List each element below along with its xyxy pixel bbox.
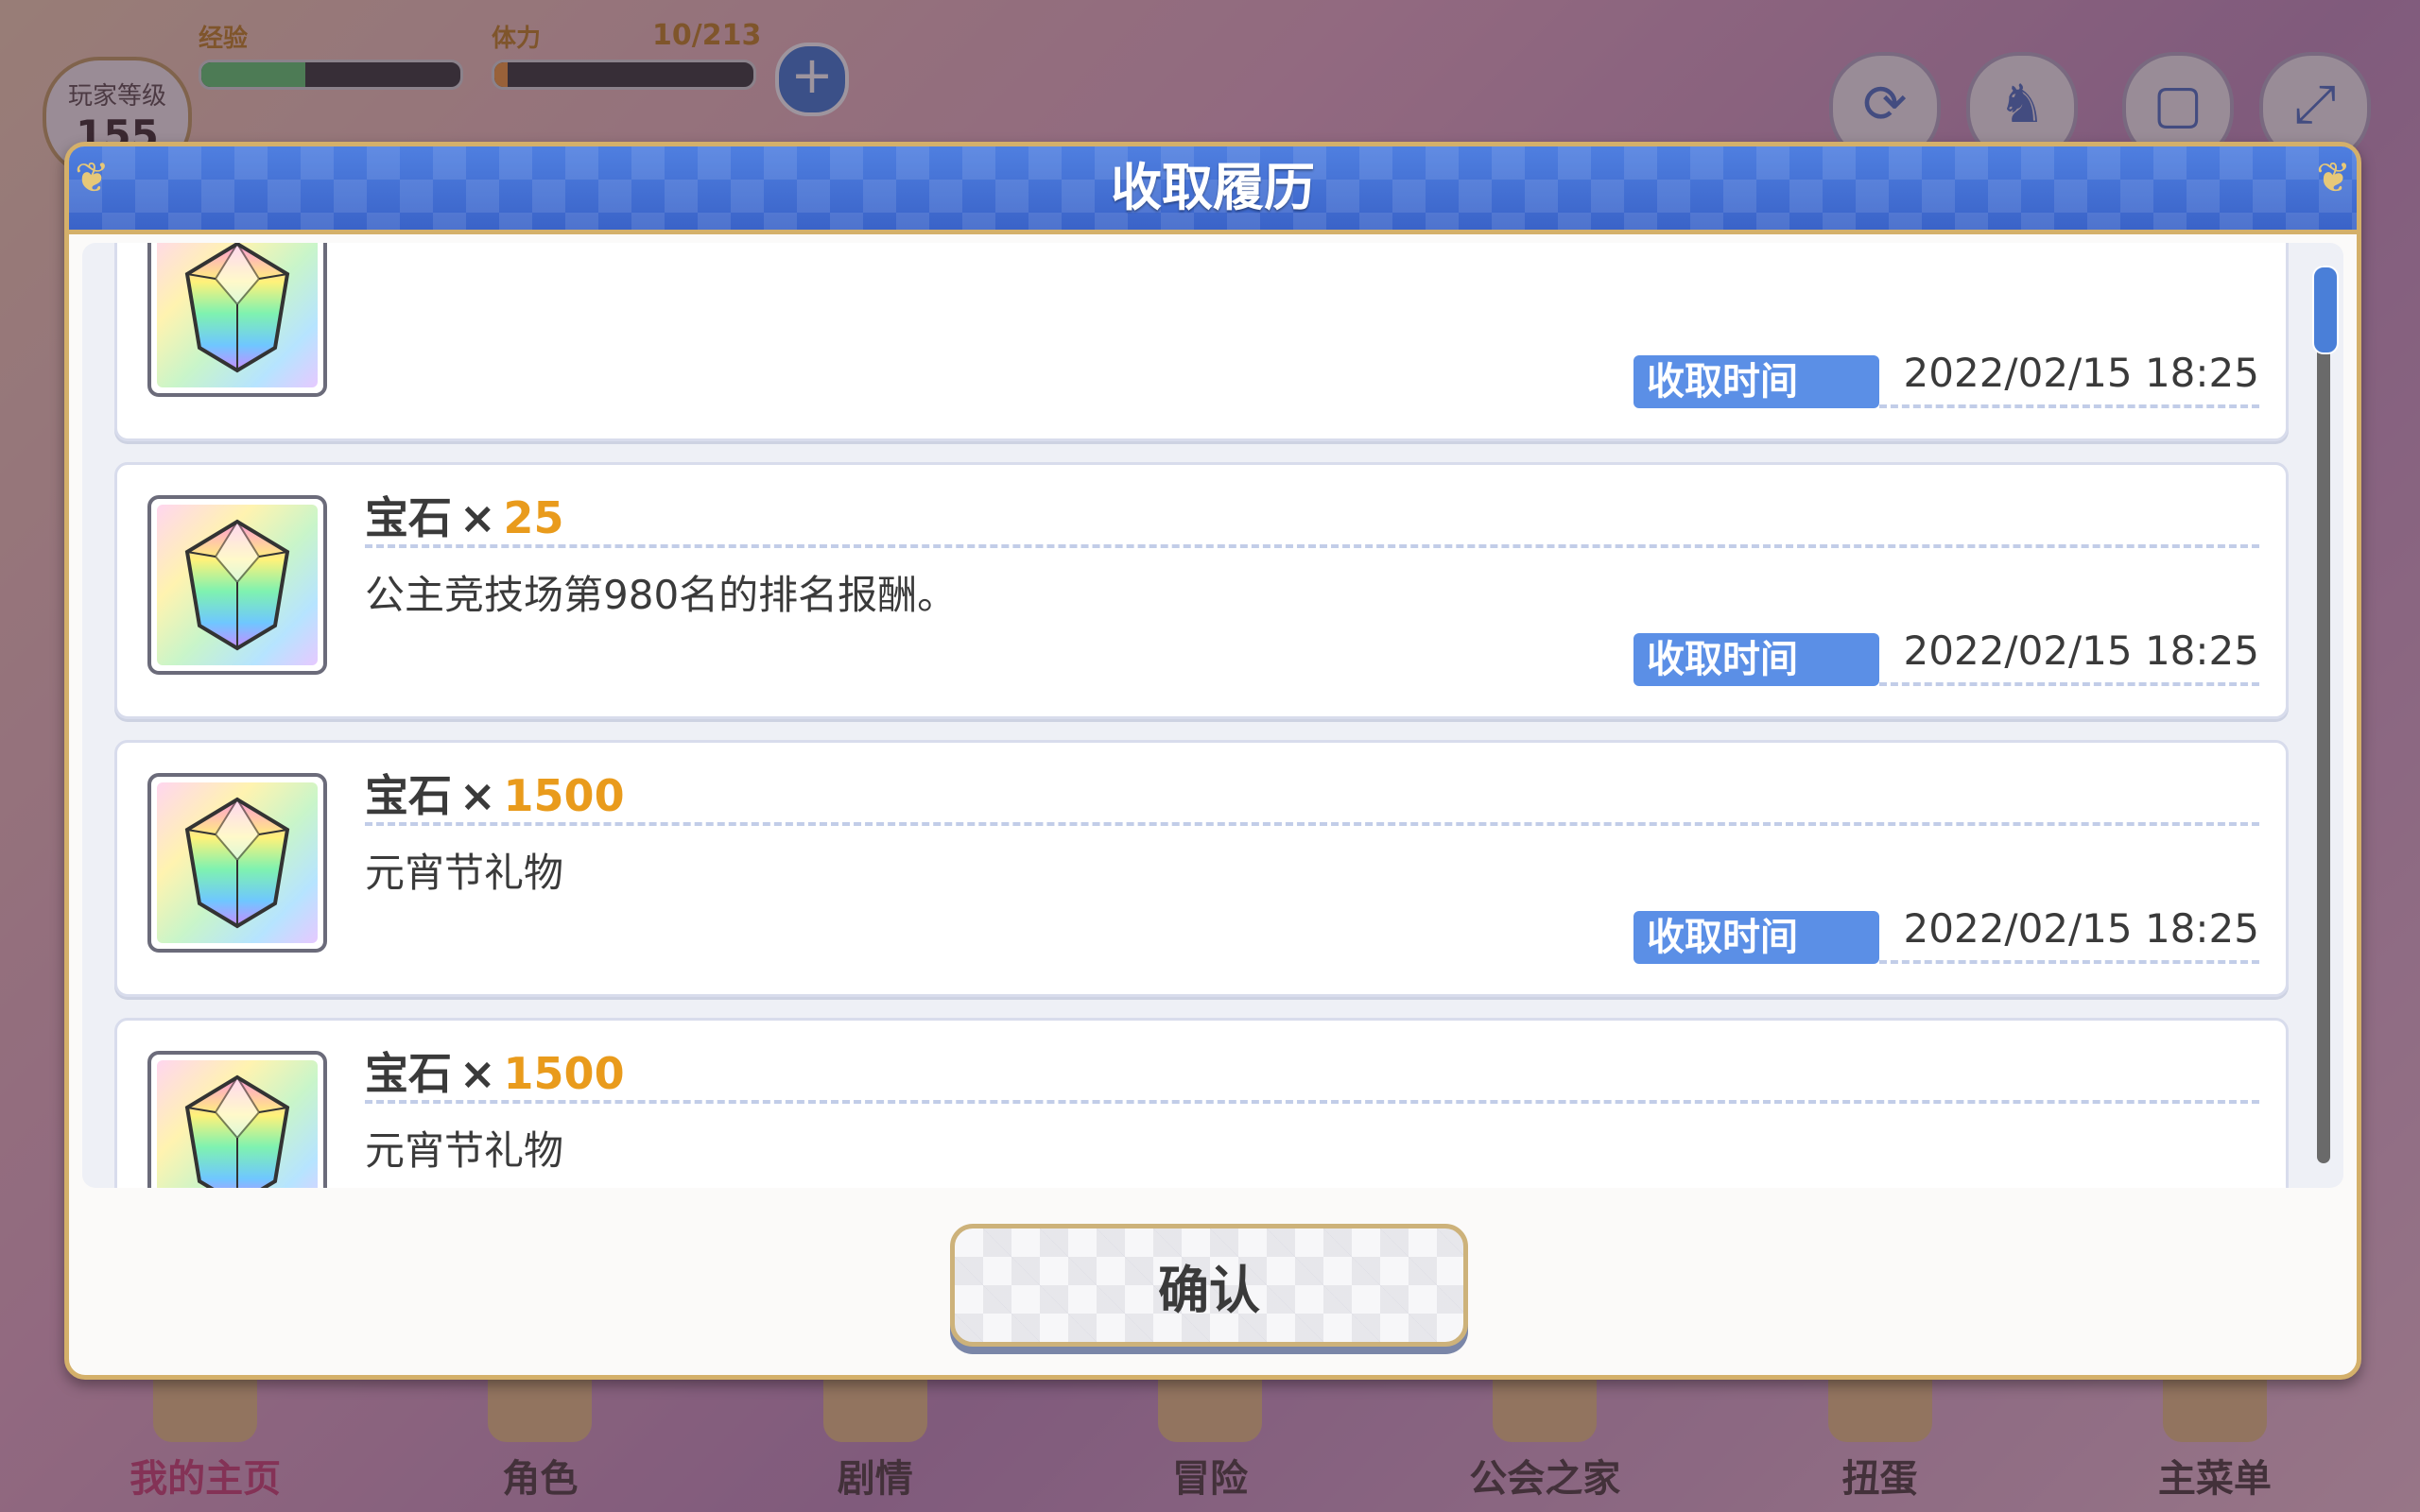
dialog-title: 收取履历 [1111, 158, 1315, 217]
item-name-label: 宝石 [365, 1048, 452, 1099]
item-description: 公主竞技场第980名的排名报酬。 [365, 572, 958, 618]
item-name-label: 宝石 [365, 770, 452, 821]
item-name [365, 243, 380, 257]
gem-icon [157, 505, 318, 665]
list-item: 宝石×1500 元宵节礼物 收取时间 2022/02/15 18:25 [114, 1018, 2289, 1188]
gem-icon [157, 782, 318, 943]
item-name: 宝石 × 1500 [365, 1040, 625, 1102]
divider [1879, 682, 2259, 686]
gem-icon [157, 1060, 318, 1188]
divider [1879, 960, 2259, 964]
item-description: 元宵节礼物 [365, 850, 564, 896]
item-name: 宝石 × 25 [365, 484, 564, 546]
gem-thumbnail [147, 243, 327, 397]
scrollbar[interactable] [2312, 266, 2339, 1163]
item-quantity: 1500 [503, 770, 625, 821]
receive-time-label: 收取时间 [1634, 355, 1879, 408]
divider [365, 1100, 2259, 1104]
scroll-thumb[interactable] [2312, 266, 2339, 354]
item-description: 元宵节礼物 [365, 1127, 564, 1174]
divider [365, 822, 2259, 826]
divider [1879, 404, 2259, 408]
list-item: 宝石×1500 元宵节礼物 收取时间 2022/02/15 18:25 [114, 740, 2289, 997]
item-quantity: 1500 [503, 1048, 625, 1099]
item-name-label: 宝石 [365, 492, 452, 543]
multiply-sign: × [459, 770, 496, 821]
gem-thumbnail [147, 1051, 327, 1188]
receive-history-dialog: ❦ ❦ 收取履历 收取时间 2022/02/15 18:25 宝石 × 25 公… [64, 142, 2361, 1380]
receive-time-value: 2022/02/15 18:25 [1904, 1183, 2259, 1188]
list-item: 宝石 × 25 公主竞技场第980名的排名报酬。 收取时间 2022/02/15 1… [114, 462, 2289, 719]
receive-time-value: 2022/02/15 18:25 [1903, 350, 2259, 396]
receive-time-value: 2022/02/15 18:25 [1903, 905, 2259, 952]
receive-time-value: 2022/02/15 18:25 [1903, 627, 2259, 674]
history-list: 收取时间 2022/02/15 18:25 宝石 × 25 公主竞技场第980名… [82, 243, 2343, 1188]
gem-thumbnail [147, 495, 327, 675]
receive-time-label: 收取时间 [1634, 633, 1879, 686]
gem-thumbnail [147, 773, 327, 953]
item-name: 宝石 × 1500 [365, 762, 625, 824]
multiply-sign: × [459, 1048, 496, 1099]
multiply-sign: × [459, 492, 496, 543]
divider [365, 544, 2259, 548]
gem-icon [157, 243, 318, 387]
receive-time-label: 收取时间 [1634, 911, 1879, 964]
item-quantity: 25 [503, 492, 564, 543]
confirm-button[interactable]: 确认 [950, 1224, 1468, 1347]
history-list-panel[interactable]: 收取时间 2022/02/15 18:25 宝石 × 25 公主竞技场第980名… [82, 243, 2343, 1188]
list-item: 收取时间 2022/02/15 18:25 [114, 243, 2289, 441]
